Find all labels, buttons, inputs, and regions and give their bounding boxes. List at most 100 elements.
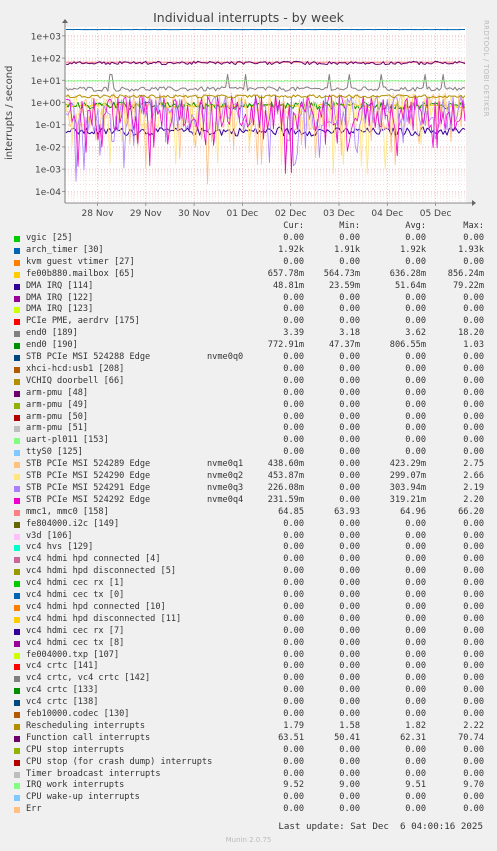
legend-series-name: vc4 hdmi hpd disconnected [11]: [26, 613, 182, 624]
legend-value-min: 0.00: [339, 590, 360, 600]
legend-swatch: [14, 783, 20, 790]
legend-series-name: DMA IRQ [114]: [26, 280, 94, 291]
legend-value-avg: 3.62: [405, 328, 426, 339]
legend-value-min: 47.37m: [328, 340, 360, 351]
legend-value-max: 2.20: [463, 494, 484, 505]
legend-value-max: 0.00: [463, 613, 484, 624]
legend-value-cur: 64.85: [278, 506, 304, 517]
legend-value-avg: 0.00: [405, 697, 426, 708]
legend-value-min: 0.00: [339, 316, 360, 327]
x-tick-label: 01 Dec: [227, 209, 259, 219]
legend-swatch: [14, 414, 20, 421]
legend-value-max: 0.00: [463, 756, 484, 767]
legend-value-max: 0.00: [463, 447, 484, 458]
legend-value-max: 2.22: [463, 720, 484, 731]
legend-series-name: PCIe PME, aerdrv [175]: [26, 316, 140, 327]
legend-series-name: vc4 hvs [129]: [26, 542, 94, 553]
legend-value-avg: 0.00: [405, 625, 426, 636]
legend-value-max: 66.20: [458, 506, 484, 517]
header-min: Min:: [339, 221, 360, 231]
legend-value-cur: 0.00: [283, 411, 304, 422]
legend-swatch: [14, 390, 20, 397]
legend-value-min: 0.00: [339, 697, 360, 708]
legend-row: STB PCIe MSI 524288 Edge nvme0q0 0.00 0.00 0…: [0, 352, 497, 364]
legend-series-name: vc4 crtc [138]: [26, 697, 99, 708]
legend-swatch: [14, 616, 20, 623]
legend-value-min: 9.00: [339, 780, 360, 791]
legend-series-name: STB PCIe MSI 524290 Edge: [26, 471, 151, 481]
legend-swatch: [14, 378, 20, 385]
legend-row: end0 [189] 3.39 3.18 3.62 18.20: [0, 328, 497, 340]
legend-header: Cur: Min: Avg: Max:: [0, 221, 497, 233]
legend-value-max: 0.00: [463, 649, 484, 660]
legend-row: end0 [190] 772.91m 47.37m 806.55m 1.03: [0, 340, 497, 352]
legend-value-cur: 0.00: [283, 661, 304, 672]
legend-value-min: 0.00: [339, 375, 360, 386]
legend-value-min: 23.59m: [328, 280, 360, 291]
legend-row: v3d [106] 0.00 0.00 0.00 0.00: [0, 531, 497, 543]
legend-swatch: [14, 509, 20, 516]
legend-swatch: [14, 545, 20, 552]
legend-row: PCIe PME, aerdrv [175] 0.00 0.00 0.00 0.00: [0, 316, 497, 328]
legend-value-max: 18.20: [458, 328, 484, 339]
legend-value-cur: 0.00: [283, 792, 304, 803]
legend-value-avg: 0.00: [405, 566, 426, 577]
x-tick-label: 05 Dec: [420, 209, 452, 219]
legend-series-name: CPU wake-up interrupts: [26, 792, 140, 803]
legend-value-min: 0.00: [339, 304, 360, 315]
legend-value-avg: 0.00: [405, 661, 426, 672]
legend-series-name: Timer broadcast interrupts: [26, 768, 161, 779]
legend-series-name: v3d [106]: [26, 530, 73, 541]
legend-swatch: [14, 771, 20, 778]
legend-value-min: 1.58: [339, 720, 360, 731]
legend-series-name: vc4 crtc [141]: [26, 661, 99, 672]
munin-version: Munin 2.0.75: [225, 836, 272, 844]
legend-value-avg: 0.00: [405, 387, 426, 398]
legend-value-cur: 0.00: [283, 601, 304, 612]
legend-swatch: [14, 569, 20, 576]
legend-value-cur: 0.00: [283, 530, 304, 541]
legend-row: vc4 crtc [141] 0.00 0.00 0.00 0.00: [0, 661, 497, 673]
legend-value-avg: 0.00: [405, 256, 426, 267]
legend-swatch: [14, 283, 20, 290]
legend-value-avg: 0.00: [405, 804, 426, 815]
legend-value-cur: 0.00: [283, 625, 304, 636]
legend-row: xhci-hcd:usb1 [208] 0.00 0.00 0.00 0.00: [0, 364, 497, 376]
legend-value-min: 0.00: [339, 768, 360, 779]
legend-row: vgic [25] 0.00 0.00 0.00 0.00: [0, 233, 497, 245]
legend-swatch: [14, 747, 20, 754]
legend-swatch: [14, 652, 20, 659]
legend-row: uart-pl011 [153] 0.00 0.00 0.00 0.00: [0, 435, 497, 447]
legend-swatch: [14, 271, 20, 278]
x-tick-label: 30 Nov: [178, 209, 211, 219]
legend-value-avg: 0.00: [405, 554, 426, 565]
legend-value-avg: 0.00: [405, 233, 426, 243]
legend-swatch: [14, 366, 20, 373]
legend-value-avg: 0.00: [405, 768, 426, 779]
legend-value-max: 0.00: [463, 292, 484, 303]
legend-series-name: vc4 hdmi hpd connected [10]: [26, 601, 166, 612]
legend-row: arm-pmu [50] 0.00 0.00 0.00 0.00: [0, 412, 497, 424]
legend-row: vc4 hvs [129] 0.00 0.00 0.00 0.00: [0, 542, 497, 554]
legend-value-cur: 0.00: [283, 399, 304, 410]
header-cur: Cur:: [283, 221, 304, 231]
legend-value-avg: 51.64m: [394, 280, 426, 291]
legend-value-avg: 0.00: [405, 530, 426, 541]
legend-value-avg: 0.00: [405, 542, 426, 553]
legend-value-min: 0.00: [339, 578, 360, 589]
legend-value-max: 0.00: [463, 375, 484, 386]
legend-value-min: 0.00: [339, 613, 360, 624]
legend-swatch: [14, 640, 20, 647]
legend-row: DMA IRQ [123] 0.00 0.00 0.00 0.00: [0, 304, 497, 316]
legend-row: CPU wake-up interrupts 0.00 0.00 0.00 0.00: [0, 792, 497, 804]
legend-value-max: 1.03: [463, 340, 484, 351]
legend-series-name: STB PCIe MSI 524292 Edge: [26, 494, 151, 505]
y-tick-label: 1e-03: [35, 166, 61, 176]
legend-series-name: kvm guest vtimer [27]: [26, 256, 135, 267]
legend-value-avg: 299.07m: [389, 471, 426, 481]
legend-series-name: vc4 crtc [133]: [26, 685, 99, 696]
legend-value-cur: 3.39: [283, 328, 304, 339]
legend-value-cur: 0.00: [283, 637, 304, 648]
legend-value-max: 2.66: [463, 471, 484, 481]
legend-value-min: 0.00: [339, 637, 360, 648]
